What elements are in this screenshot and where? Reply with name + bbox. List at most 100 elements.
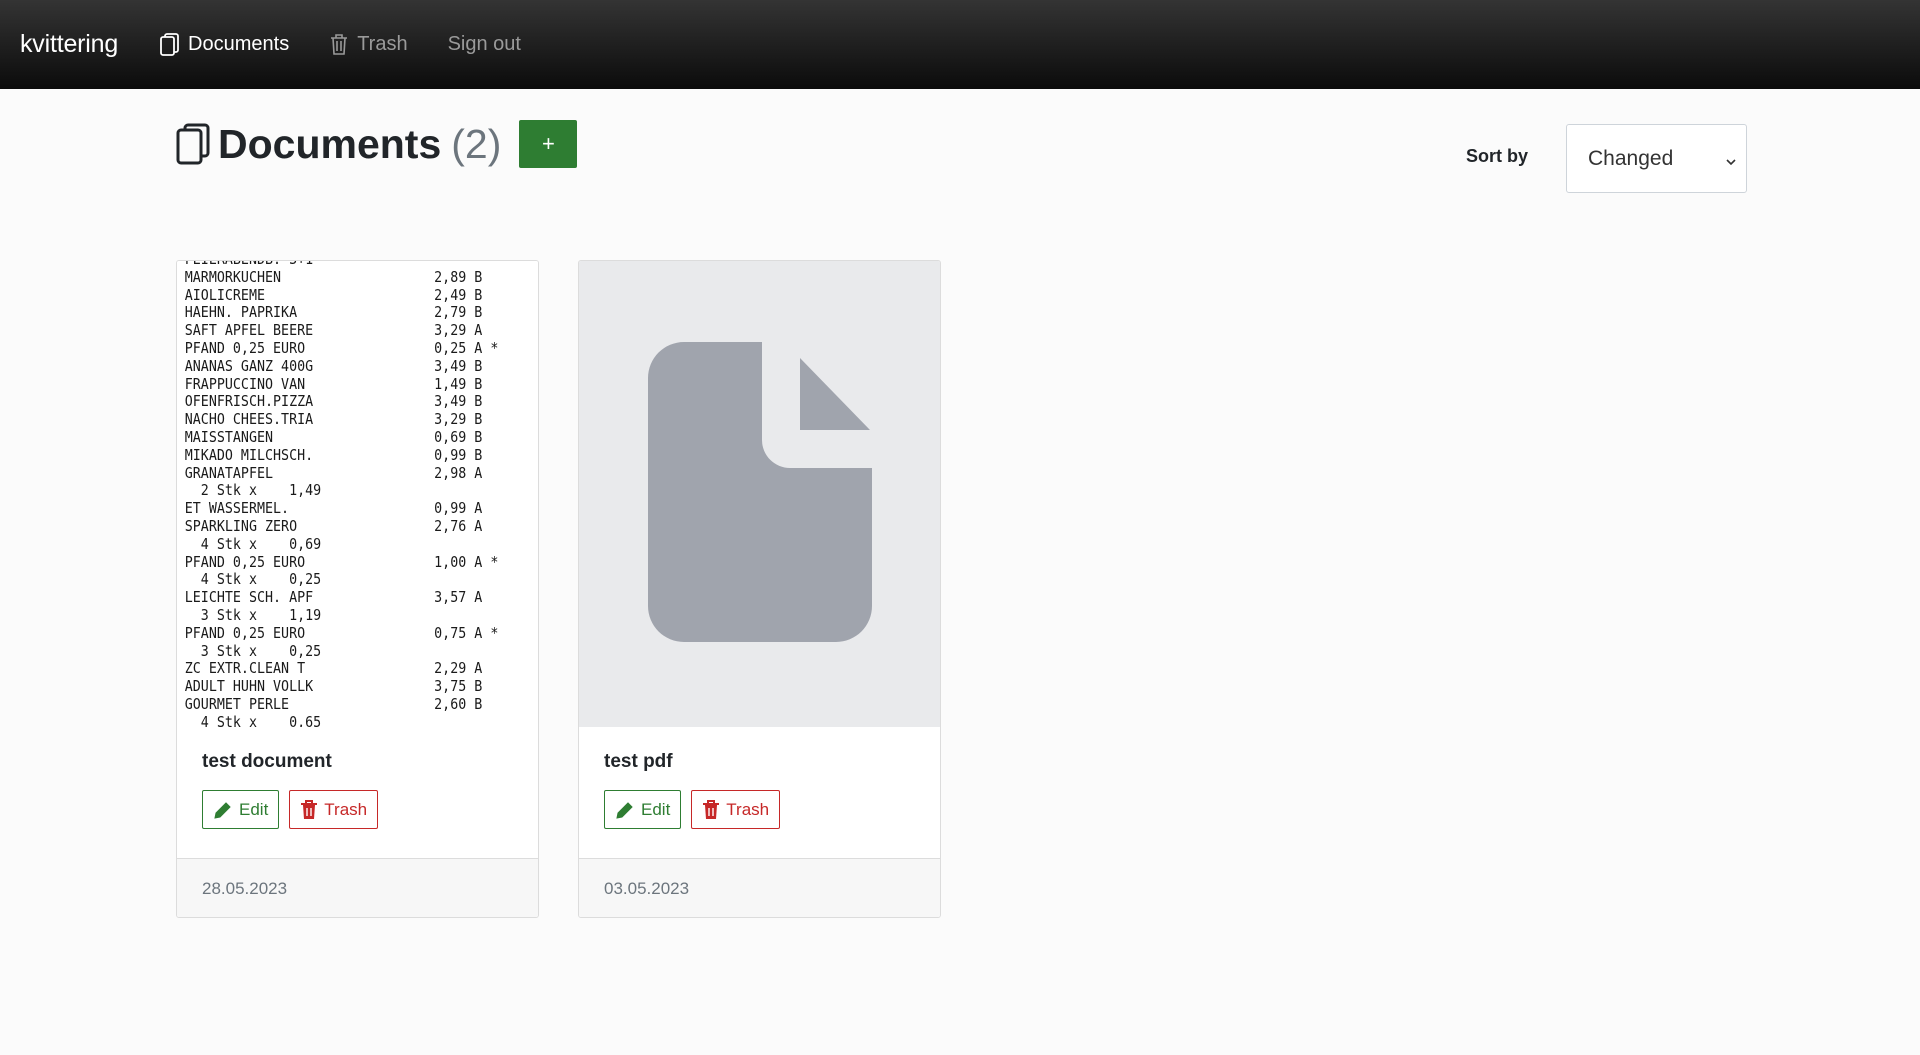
receipt-line-price xyxy=(434,643,529,661)
receipt-line-price xyxy=(434,482,529,500)
receipt-line: LEICHTE SCH. APF 3,57 A xyxy=(185,588,538,607)
receipt-line-price xyxy=(434,714,529,727)
receipt-line-item: OFENFRISCH.PIZZA xyxy=(184,392,314,411)
receipt-line: MAISSTANGEN 0,69 B xyxy=(185,427,538,447)
receipt-line-price: 1,49 B xyxy=(434,374,483,393)
brand-logo[interactable]: kvittering xyxy=(20,30,118,59)
trash-button[interactable]: Trash xyxy=(289,790,379,829)
document-title[interactable]: test document xyxy=(202,751,513,773)
receipt-line-item: GRANATAPFEL xyxy=(184,463,274,482)
receipt-line-price: 3,29 A xyxy=(434,321,483,340)
receipt-line-item: FRAPPUCCINO VAN xyxy=(184,374,306,393)
receipt-line: FRAPPUCCINO VAN 1,49 B xyxy=(184,374,538,394)
receipt-line-price: 1,00 A * xyxy=(434,552,499,571)
receipt-line-price: 3,75 B xyxy=(434,677,483,696)
trash-button-label: Trash xyxy=(324,799,368,819)
receipt-line-price xyxy=(434,607,529,625)
receipt-line-item: ADULT HUHN VOLLK xyxy=(184,677,314,696)
page-header: Documents (2) + xyxy=(176,120,578,168)
receipt-line-price: 2,98 A xyxy=(434,463,483,482)
chevron-down-icon xyxy=(1724,151,1738,175)
receipt-line-item: PFAND 0,25 EURO xyxy=(184,338,306,357)
pencil-icon xyxy=(615,800,635,820)
document-card: test pdf Edit Trash 03.05.2023 xyxy=(578,260,941,918)
receipt-line-item: 4 Stk x 0,65 xyxy=(184,712,322,727)
receipt-line-item: SAFT APFEL BEERE xyxy=(184,321,314,340)
receipt-line-price: 3,57 A xyxy=(434,588,483,607)
receipt-line-price: 2,29 A xyxy=(434,659,483,678)
trash-button[interactable]: Trash xyxy=(691,790,781,829)
receipt-line: ZC EXTR.CLEAN T 2,29 A xyxy=(185,660,538,678)
edit-button[interactable]: Edit xyxy=(604,790,682,829)
card-body: test document Edit Trash xyxy=(177,727,538,858)
edit-button-label: Edit xyxy=(641,799,671,819)
receipt-line: HAEHN. PAPRIKA 2,79 B xyxy=(185,304,538,322)
receipt-line-price: 3,29 B xyxy=(434,410,483,429)
card-footer-date: 03.05.2023 xyxy=(579,858,940,917)
sort-label: Sort by xyxy=(1466,146,1529,166)
receipt-line-price: 0,69 B xyxy=(434,427,483,446)
receipt-line: 4 Stk x 0,25 xyxy=(185,571,538,589)
document-count: (2) xyxy=(451,120,502,167)
pencil-icon xyxy=(213,800,233,820)
receipt-line-item: PFAND 0,25 EURO xyxy=(184,552,306,571)
file-placeholder-icon xyxy=(647,341,872,647)
receipt-line: AIOLICREME 2,49 B xyxy=(184,285,538,305)
page-title-text: Documents xyxy=(218,120,442,167)
receipt-line-item: 4 Stk x 0,69 xyxy=(184,534,322,553)
document-title[interactable]: test pdf xyxy=(604,751,915,773)
receipt-line: 3 Stk x 1,19 xyxy=(184,605,538,625)
receipt-line-item: ZC EXTR.CLEAN T xyxy=(184,659,306,678)
receipt-line-price xyxy=(434,536,529,554)
nav-documents-label: Documents xyxy=(188,33,290,55)
receipt-line: OFENFRISCH.PIZZA 3,49 B xyxy=(185,393,538,411)
receipt-line-price: 2,89 B xyxy=(434,267,483,286)
receipt-line: ANANAS GANZ 400G 3,49 B xyxy=(184,356,538,376)
card-actions: Edit Trash xyxy=(202,790,513,829)
trash-button-label: Trash xyxy=(726,799,770,819)
receipt-line: ADULT HUHN VOLLK 3,75 B xyxy=(184,677,538,696)
receipt-line-price: 0,99 A xyxy=(434,499,483,518)
sort-control: Sort by Changed xyxy=(1466,124,1748,193)
receipt-line: MIKADO MILCHSCH. 0,99 B xyxy=(185,446,538,465)
trash-icon xyxy=(702,799,720,820)
receipt-line-price: 3,49 B xyxy=(434,392,483,411)
receipt-line-item: PFAND 0,25 EURO xyxy=(184,623,306,642)
receipt-line-item: NACHO CHEES.TRIA xyxy=(184,410,314,429)
receipt-line: GRANATAPFEL 2,98 A xyxy=(184,463,538,483)
page-title: Documents (2) xyxy=(176,121,501,168)
receipt-line: PFAND 0,25 EURO 0,25 A * xyxy=(184,338,538,358)
nav-documents[interactable]: Documents xyxy=(160,32,290,57)
nav-sign-out[interactable]: Sign out xyxy=(448,33,521,56)
receipt-line-item: GOURMET PERLE xyxy=(184,694,290,713)
receipt-line: GOURMET PERLE 2,60 B xyxy=(184,694,538,714)
trash-icon xyxy=(329,33,349,56)
sort-select[interactable]: Changed xyxy=(1566,124,1748,193)
card-actions: Edit Trash xyxy=(604,790,915,829)
receipt-line: 2 Stk x 1,49 xyxy=(185,482,538,500)
receipt-line-price: 2,60 B xyxy=(434,694,483,713)
receipt-line-price xyxy=(434,571,529,589)
document-thumbnail[interactable]: FEIERABENDB. 3+1MARMORKUCHEN2,89 BAIOLIC… xyxy=(177,261,538,727)
document-card: FEIERABENDB. 3+1MARMORKUCHEN2,89 BAIOLIC… xyxy=(176,260,539,918)
receipt-image: FEIERABENDB. 3+1MARMORKUCHEN2,89 BAIOLIC… xyxy=(177,261,538,727)
edit-button-label: Edit xyxy=(239,799,269,819)
receipt-line-item: 3 Stk x 0,25 xyxy=(184,641,322,660)
nav-trash-label: Trash xyxy=(357,33,408,55)
receipt-line-item: 3 Stk x 1,19 xyxy=(184,605,322,624)
receipt-line-price: 2,49 B xyxy=(434,285,483,304)
edit-button[interactable]: Edit xyxy=(202,790,280,829)
receipt-line: PFAND 0,25 EURO 0,75 A * xyxy=(184,623,538,643)
add-document-button[interactable]: + xyxy=(519,120,578,168)
receipt-line-price: 0,75 A * xyxy=(434,623,499,642)
receipt-line-item: ANANAS GANZ 400G xyxy=(184,356,314,375)
card-body: test pdf Edit Trash xyxy=(579,727,940,858)
receipt-line: 4 Stk x 0,65 xyxy=(184,712,538,727)
receipt-line-item: MARMORKUCHEN xyxy=(184,267,282,286)
receipt-line-item: AIOLICREME xyxy=(184,285,266,304)
receipt-line-item: 4 Stk x 0,25 xyxy=(184,570,322,589)
nav-trash[interactable]: Trash xyxy=(329,33,408,56)
document-thumbnail[interactable] xyxy=(579,261,940,727)
receipt-line: NACHO CHEES.TRIA 3,29 B xyxy=(184,410,538,429)
receipt-line: 4 Stk x 0,69 xyxy=(184,534,538,554)
